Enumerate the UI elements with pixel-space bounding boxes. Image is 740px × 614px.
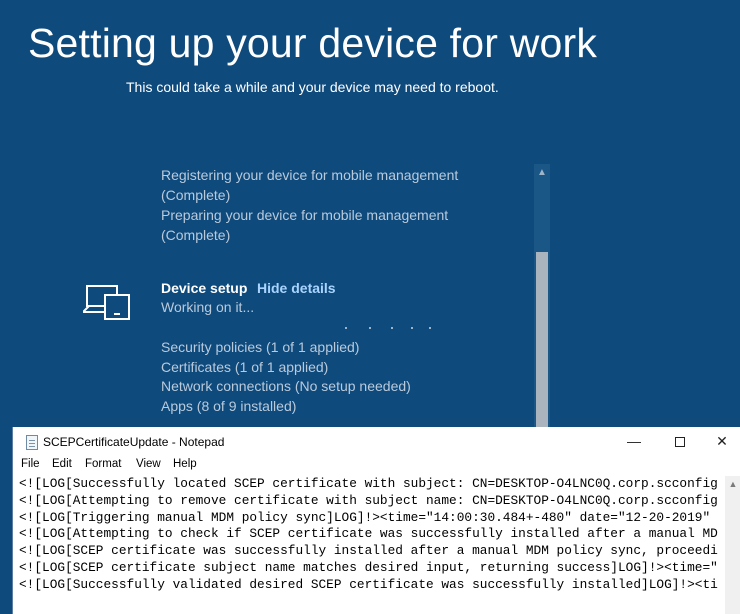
minimize-button[interactable]: — — [611, 427, 657, 457]
detail-network-connections: Network connections (No setup needed) — [161, 378, 411, 394]
menu-file[interactable]: File — [21, 458, 40, 470]
menu-help[interactable]: Help — [173, 458, 197, 470]
maximize-icon — [675, 437, 685, 448]
step-registering-status: (Complete) — [161, 187, 231, 203]
progress-dot — [369, 327, 371, 329]
log-line: <![LOG[SCEP certificate subject name mat… — [19, 559, 718, 575]
log-line: <![LOG[Triggering manual MDM policy sync… — [19, 509, 711, 525]
notepad-text-area[interactable]: <![LOG[Successfully located SCEP certifi… — [19, 476, 725, 614]
log-line: <![LOG[Successfully validated desired SC… — [19, 576, 718, 592]
notepad-titlebar[interactable]: SCEPCertificateUpdate - Notepad — ✕ — [13, 427, 740, 457]
device-setup-status: Working on it... — [161, 299, 255, 315]
notepad-icon — [26, 435, 38, 450]
progress-dots — [345, 327, 475, 329]
step-preparing: Preparing your device for mobile managem… — [161, 207, 449, 223]
chevron-up-icon[interactable]: ▲ — [725, 476, 740, 492]
notepad-scrollbar[interactable]: ▲ — [725, 476, 740, 614]
step-registering: Registering your device for mobile manag… — [161, 167, 459, 183]
device-setup-details: Security policies (1 of 1 applied) Certi… — [161, 338, 411, 416]
progress-dot — [345, 327, 347, 329]
laptop-device-icon — [83, 285, 130, 320]
notepad-window[interactable]: SCEPCertificateUpdate - Notepad — ✕ File… — [12, 427, 740, 614]
detail-certificates: Certificates (1 of 1 applied) — [161, 358, 329, 375]
notepad-menubar: File Edit Format View Help — [13, 457, 740, 475]
log-line: <![LOG[Successfully located SCEP certifi… — [19, 476, 718, 491]
notepad-title: SCEPCertificateUpdate - Notepad — [43, 435, 225, 449]
maximize-button[interactable] — [657, 427, 703, 457]
page-title: Setting up your device for work — [28, 20, 598, 66]
hide-details-link[interactable]: Hide details — [257, 280, 336, 296]
progress-dot — [411, 327, 413, 329]
menu-view[interactable]: View — [136, 458, 161, 470]
log-line: <![LOG[SCEP certificate was successfully… — [19, 543, 718, 559]
progress-dot — [391, 327, 393, 329]
completed-steps-list: Registering your device for mobile manag… — [161, 165, 458, 245]
chevron-up-icon[interactable]: ▲ — [534, 164, 550, 182]
menu-edit[interactable]: Edit — [52, 458, 72, 470]
device-setup-title: Device setup — [161, 280, 248, 296]
detail-security-policies: Security policies (1 of 1 applied) — [161, 339, 360, 355]
progress-dot — [429, 327, 431, 329]
detail-apps: Apps (8 of 9 installed) — [161, 397, 297, 414]
menu-format[interactable]: Format — [85, 458, 121, 470]
close-button[interactable]: ✕ — [703, 427, 740, 457]
step-preparing-status: (Complete) — [161, 227, 231, 243]
progress-scrollbar[interactable]: ▲ — [534, 164, 550, 430]
log-line: <![LOG[Attempting to check if SCEP certi… — [19, 526, 718, 542]
page-subtitle: This could take a while and your device … — [126, 79, 499, 95]
log-line: <![LOG[Attempting to remove certificate … — [19, 492, 718, 508]
scrollbar-thumb[interactable] — [536, 252, 548, 430]
